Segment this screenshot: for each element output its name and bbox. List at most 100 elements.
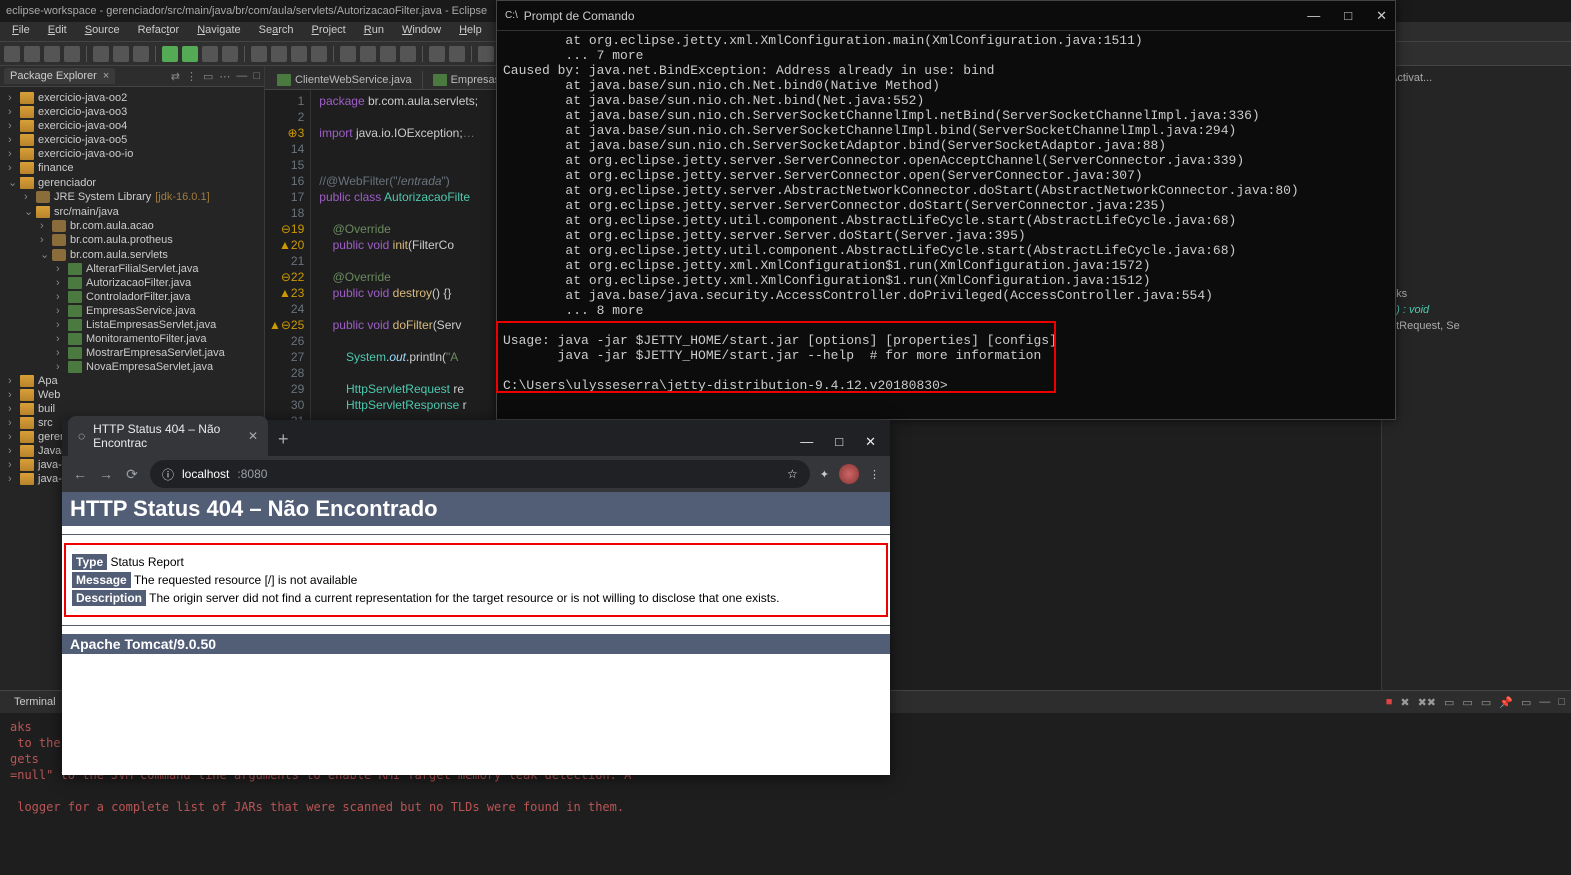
star-icon[interactable]: ☆ [787, 467, 798, 481]
menu-file[interactable]: File [4, 22, 38, 41]
java-file-icon [277, 74, 291, 86]
toolbar-icon[interactable] [93, 46, 109, 62]
toolbar-icon[interactable] [380, 46, 396, 62]
debug-icon[interactable] [162, 46, 178, 62]
toolbar-icon[interactable] [271, 46, 287, 62]
collapse-icon[interactable]: ▭ [203, 70, 213, 83]
chrome-tab-title: HTTP Status 404 – Não Encontrac [93, 422, 240, 450]
tree-item[interactable]: ⌄gerenciador [2, 175, 264, 190]
tree-item[interactable]: ›buil [2, 402, 264, 416]
toolbar-icon[interactable] [360, 46, 376, 62]
tree-item[interactable]: ›Web [2, 388, 264, 402]
tree-item[interactable]: ›br.com.aula.protheus [2, 233, 264, 247]
chrome-tab[interactable]: ◌ HTTP Status 404 – Não Encontrac ✕ [68, 416, 268, 456]
tree-item[interactable]: ›AlterarFilialServlet.java [2, 262, 264, 276]
minimize-icon[interactable]: — [1537, 695, 1552, 710]
maximize-button[interactable]: □ [835, 434, 843, 450]
tree-item[interactable]: ›MostrarEmpresaServlet.java [2, 346, 264, 360]
chrome-window[interactable]: ◌ HTTP Status 404 – Não Encontrac ✕ + — … [62, 420, 890, 775]
menu-window[interactable]: Window [394, 22, 449, 41]
menu-icon[interactable]: ⋮ [869, 468, 880, 481]
maximize-icon[interactable]: □ [1556, 695, 1567, 710]
filter-icon[interactable]: ⋮ [186, 70, 197, 83]
tree-item[interactable]: ›AutorizacaoFilter.java [2, 276, 264, 290]
toolbar-icon[interactable] [24, 46, 40, 62]
toolbar-icon[interactable] [429, 46, 445, 62]
tree-item[interactable]: ⌄src/main/java [2, 204, 264, 219]
tree-item[interactable]: ›exercicio-java-oo4 [2, 119, 264, 133]
tree-item[interactable]: ›JRE System Library [jdk-16.0.1] [2, 190, 264, 204]
toolbar-icon[interactable] [449, 46, 465, 62]
menu-source[interactable]: Source [77, 22, 128, 41]
toolbar-icon[interactable] [202, 46, 218, 62]
toolbar-icon[interactable] [311, 46, 327, 62]
menu-search[interactable]: Search [251, 22, 302, 41]
forward-button[interactable]: → [98, 466, 114, 482]
tree-item[interactable]: ›EmpresasService.java [2, 304, 264, 318]
terminal-tab[interactable]: Terminal [4, 694, 66, 710]
editor-tab[interactable]: ClienteWebService.java [267, 71, 423, 89]
tree-item[interactable]: ›exercicio-java-oo2 [2, 91, 264, 105]
tree-item[interactable]: ›Apa [2, 374, 264, 388]
tree-item[interactable]: ›exercicio-java-oo5 [2, 133, 264, 147]
tree-item[interactable]: ›br.com.aula.acao [2, 219, 264, 233]
pin-icon[interactable]: 📌 [1497, 695, 1515, 710]
tree-item[interactable]: ⌄br.com.aula.servlets [2, 247, 264, 262]
tree-item[interactable]: ›ControladorFilter.java [2, 290, 264, 304]
toolbar-icon[interactable] [113, 46, 129, 62]
menu-run[interactable]: Run [356, 22, 392, 41]
close-button[interactable]: ✕ [1376, 8, 1387, 24]
error-type-value: Status Report [110, 555, 183, 569]
reload-button[interactable]: ⟳ [124, 466, 140, 483]
extensions-icon[interactable]: ✦ [820, 468, 829, 481]
minimize-button[interactable]: — [1307, 8, 1320, 24]
toolbar-icon[interactable] [340, 46, 356, 62]
minimize-button[interactable]: — [800, 434, 813, 450]
profile-icon[interactable] [839, 464, 859, 484]
tree-item[interactable]: ›ListaEmpresasServlet.java [2, 318, 264, 332]
toolbar-icon[interactable] [4, 46, 20, 62]
back-icon[interactable] [478, 46, 494, 62]
tree-item[interactable]: ›NovaEmpresaServlet.java [2, 360, 264, 374]
run-icon[interactable] [182, 46, 198, 62]
minimize-icon[interactable]: — [236, 70, 247, 83]
menu-edit[interactable]: Edit [40, 22, 75, 41]
save-all-icon[interactable] [64, 46, 80, 62]
command-prompt-window[interactable]: C:\ Prompt de Comando — □ ✕ at org.eclip… [496, 0, 1396, 420]
console-icon[interactable]: ▭ [1479, 695, 1493, 710]
tree-item[interactable]: ›finance [2, 161, 264, 175]
toolbar-icon[interactable] [291, 46, 307, 62]
toolbar-icon[interactable] [400, 46, 416, 62]
close-icon[interactable]: × [103, 70, 109, 82]
toolbar-icon[interactable] [251, 46, 267, 62]
maximize-button[interactable]: □ [1344, 8, 1352, 24]
menu-project[interactable]: Project [304, 22, 354, 41]
toolbar-icon[interactable] [222, 46, 238, 62]
url-bar[interactable]: ⓘ localhost:8080 ☆ [150, 460, 810, 488]
menu-help[interactable]: Help [451, 22, 490, 41]
info-icon[interactable]: ⓘ [162, 466, 174, 483]
remove-launch-icon[interactable]: ✖ [1398, 695, 1411, 710]
console-icon[interactable]: ▭ [1442, 695, 1456, 710]
tree-item[interactable]: ›exercicio-java-oo3 [2, 105, 264, 119]
tree-item[interactable]: ›exercicio-java-oo-io [2, 147, 264, 161]
console-icon[interactable]: ▭ [1460, 695, 1474, 710]
menu-icon[interactable]: ⋯ [219, 70, 230, 83]
maximize-icon[interactable]: □ [253, 70, 260, 83]
cmd-title-bar[interactable]: C:\ Prompt de Comando — □ ✕ [497, 1, 1395, 31]
back-button[interactable]: ← [72, 466, 88, 482]
close-tab-icon[interactable]: ✕ [248, 429, 258, 443]
close-button[interactable]: ✕ [865, 434, 876, 450]
error-message-value: The requested resource [/] is not availa… [134, 573, 357, 587]
new-tab-button[interactable]: + [268, 423, 299, 456]
save-icon[interactable] [44, 46, 60, 62]
link-icon[interactable]: ⇄ [171, 70, 180, 83]
toolbar-icon[interactable] [133, 46, 149, 62]
package-explorer-tab[interactable]: Package Explorer × [4, 68, 115, 84]
display-icon[interactable]: ▭ [1519, 695, 1533, 710]
tree-item[interactable]: ›MonitoramentoFilter.java [2, 332, 264, 346]
menu-refactor[interactable]: Refactor [130, 22, 188, 41]
terminate-icon[interactable]: ■ [1384, 695, 1395, 710]
remove-all-icon[interactable]: ✖✖ [1416, 695, 1438, 710]
menu-navigate[interactable]: Navigate [189, 22, 248, 41]
